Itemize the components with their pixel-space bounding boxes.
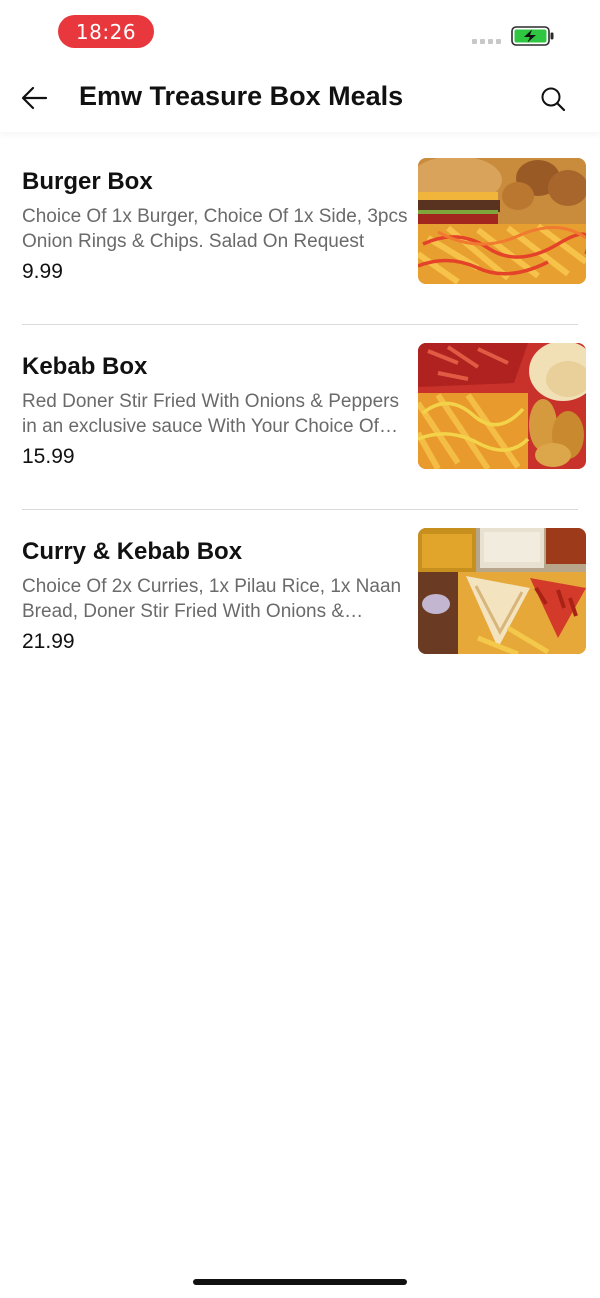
burger-box-photo bbox=[418, 158, 586, 284]
page-title: Emw Treasure Box Meals bbox=[79, 81, 404, 111]
item-name: Burger Box bbox=[22, 168, 153, 195]
cellular-signal-icon bbox=[472, 39, 501, 44]
item-description: Choice Of 1x Burger, Choice Of 1x Side, … bbox=[22, 206, 408, 252]
status-bar: 18:26 bbox=[0, 0, 600, 64]
item-price: 9.99 bbox=[22, 260, 63, 283]
item-description: Choice Of 2x Curries, 1x Pilau Rice, 1x … bbox=[22, 576, 402, 622]
search-button[interactable] bbox=[538, 84, 568, 114]
menu-item-burger-box[interactable]: Burger Box Choice Of 1x Burger, Choice O… bbox=[0, 140, 600, 325]
search-icon bbox=[541, 87, 566, 112]
back-button[interactable] bbox=[18, 82, 54, 114]
item-description: Red Doner Stir Fried With Onions & Peppe… bbox=[22, 391, 399, 437]
item-name: Curry & Kebab Box bbox=[22, 538, 243, 565]
home-indicator[interactable] bbox=[193, 1279, 407, 1285]
kebab-box-photo bbox=[418, 343, 586, 469]
menu-item-kebab-box[interactable]: Kebab Box Red Doner Stir Fried With Onio… bbox=[0, 325, 600, 510]
status-time: 18:26 bbox=[58, 15, 154, 48]
battery-charging-icon bbox=[511, 26, 555, 46]
menu-item-curry-kebab-box[interactable]: Curry & Kebab Box Choice Of 2x Curries, … bbox=[0, 510, 600, 695]
curry-kebab-box-photo bbox=[418, 528, 586, 654]
item-price: 21.99 bbox=[22, 630, 75, 653]
item-price: 15.99 bbox=[22, 445, 75, 468]
top-navigation-bar: Emw Treasure Box Meals bbox=[0, 64, 600, 132]
arrow-left-icon bbox=[21, 86, 48, 110]
menu-item-list: Burger Box Choice Of 1x Burger, Choice O… bbox=[0, 140, 600, 695]
item-name: Kebab Box bbox=[22, 353, 148, 380]
